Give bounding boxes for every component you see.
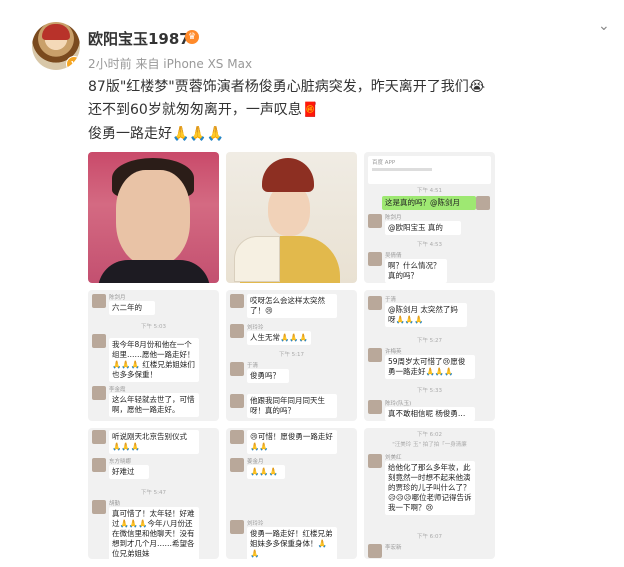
- banner-line: [372, 168, 432, 171]
- chat-bubble: 好难过: [109, 465, 149, 479]
- chat-bubble: 俊勇吗？: [247, 369, 289, 383]
- photo-hat: [262, 158, 314, 192]
- chat-time: 下午 6:07: [416, 534, 443, 540]
- chat-system-message: "汪美玲 玉" 拍了拍「一身清廉: [392, 442, 467, 448]
- post-meta: 2小时前 来自 iPhone XS Max: [88, 57, 253, 71]
- post-text-line-2: 还不到60岁就匆匆离开，一声叹息🧧: [88, 102, 320, 118]
- chat-avatar: [368, 348, 382, 362]
- photo-face: [116, 170, 190, 266]
- banner-label: 百度 APP: [372, 160, 396, 166]
- chat-bubble: 真可惜了！太年轻！好难过🙏🙏🙏今年八月份还在微信里和他聊天！没有想到才几个月………: [109, 507, 199, 559]
- chat-bubble: 哎呀怎么会这样太突然了！😢: [247, 294, 337, 318]
- chat-avatar: [230, 520, 244, 534]
- chat-avatar: [368, 252, 382, 266]
- chat-name: 于清: [247, 363, 259, 369]
- chat-avatar: [92, 458, 106, 472]
- chat-screenshot-3[interactable]: 百度 APP 下午 4:51 这是真的吗？@陈剑月 陈剑月 @欧阳宝玉 真的 下…: [364, 152, 495, 283]
- avatar-hat: [42, 24, 70, 40]
- chat-bubble: 我今年8月份和他在一个组里……愿他一路走好！🙏🙏🙏 红楼兄弟姐妹们也多多保重！: [109, 338, 199, 382]
- chat-time: 下午 5:17: [278, 352, 305, 358]
- post-text-line-3: 俊勇一路走好🙏🙏🙏: [88, 126, 225, 142]
- chat-bubble: 俊勇一路走好！红楼兄弟姐妹多多保重身体！🙏🙏: [247, 527, 337, 559]
- chat-name: 李宏新: [385, 545, 402, 551]
- chat-bubble: 他跟我同年同月同天生呀！真的吗？: [247, 394, 337, 418]
- chat-time: 下午 5:03: [140, 324, 167, 330]
- chat-avatar: [230, 394, 244, 408]
- photo-man-portrait[interactable]: [88, 152, 219, 283]
- chat-avatar: [368, 544, 382, 558]
- chat-bubble: 六二年的: [109, 301, 155, 315]
- chat-name: 于清: [385, 297, 397, 303]
- chat-avatar: [368, 296, 382, 310]
- chat-name: 吴倩倩: [385, 253, 402, 259]
- chat-bubble: 🙏🙏🙏: [247, 465, 285, 479]
- chevron-down-icon[interactable]: ⌄: [598, 18, 610, 34]
- chat-bubble: 听说刚天北京告别仪式🙏🙏🙏: [109, 430, 199, 454]
- chat-avatar: [92, 294, 106, 308]
- chat-screenshot-5[interactable]: 哎呀怎么会这样太突然了！😢 刘玲玲 人生无常🙏🙏🙏 下午 5:17 于清 俊勇吗…: [226, 290, 357, 421]
- chat-name: 陈玲(队玉): [385, 401, 412, 407]
- v-badge-icon: v: [66, 56, 80, 70]
- chat-avatar: [92, 430, 106, 444]
- chat-screenshot-7[interactable]: 听说刚天北京告别仪式🙏🙏🙏 东方晓娜 好难过 下午 5:47 胡勤 真可惜了！太…: [88, 428, 219, 559]
- chat-avatar: [92, 334, 106, 348]
- chat-name: 姜金月: [247, 459, 264, 465]
- chat-avatar: [368, 214, 382, 228]
- crown-icon: ♛: [185, 30, 199, 44]
- chat-time: 下午 5:47: [140, 490, 167, 496]
- image-grid: 百度 APP 下午 4:51 这是真的吗？@陈剑月 陈剑月 @欧阳宝玉 真的 下…: [88, 152, 498, 562]
- chat-avatar: [368, 400, 382, 414]
- photo-shirt: [98, 260, 210, 283]
- chat-screenshot-6[interactable]: 于清 @陈剑月 太突然了妈呀🙏🙏🙏 下午 5:27 许梅英 59周岁太可惜了😢愿…: [364, 290, 495, 421]
- chat-screenshot-4[interactable]: 陈剑月 六二年的 下午 5:03 我今年8月份和他在一个组里……愿他一路走好！🙏…: [88, 290, 219, 421]
- chat-bubble: 这是真的吗？@陈剑月: [382, 196, 476, 210]
- chat-bubble: @陈剑月 太突然了妈呀🙏🙏🙏: [385, 303, 467, 327]
- chat-avatar: [230, 324, 244, 338]
- chat-name: 刘美红: [385, 455, 402, 461]
- chat-bubble: @欧阳宝玉 真的: [385, 221, 461, 235]
- chat-name: 胡勤: [109, 501, 121, 507]
- weibo-post: v 欧阳宝玉1987 ♛ 2小时前 来自 iPhone XS Max ⌄ 87版…: [0, 0, 624, 567]
- chat-screenshot-8[interactable]: 😢可惜！愿俊勇一路走好🙏🙏 姜金月 🙏🙏🙏 刘玲玲 俊勇一路走好！红楼兄弟姐妹多…: [226, 428, 357, 559]
- username[interactable]: 欧阳宝玉1987: [88, 28, 190, 49]
- chat-bubble: 人生无常🙏🙏🙏: [247, 331, 311, 345]
- chat-bubble: 啊？什么情况？真的吗？: [385, 259, 447, 283]
- chat-name: 陈剑月: [109, 295, 126, 301]
- chat-time: 下午 4:53: [416, 242, 443, 248]
- chat-time: 下午 4:51: [416, 188, 443, 194]
- chat-bubble: 给他化了那么多年妆，此刻竟然一时想不起来他演的贾珍的儿子叫什么了？😥😥😥哪位老师…: [385, 461, 475, 515]
- chat-bubble: 59周岁太可惜了😢愿俊勇一路走好🙏🙏🙏: [385, 355, 475, 379]
- chat-avatar: [230, 362, 244, 376]
- chat-name: 东方晓娜: [109, 459, 132, 465]
- chat-name: 刘玲玲: [247, 521, 264, 527]
- chat-bubble: 真不敢相信呢 杨俊勇…: [385, 407, 475, 421]
- chat-name: 陈剑月: [385, 215, 402, 221]
- chat-screenshot-9[interactable]: 下午 6:02 "汪美玲 玉" 拍了拍「一身清廉 刘美红 给他化了那么多年妆，此…: [364, 428, 495, 559]
- chat-avatar: [368, 454, 382, 468]
- photo-fan: [234, 236, 280, 282]
- chat-avatar: [92, 500, 106, 514]
- chat-time: 下午 6:02: [416, 432, 443, 438]
- chat-avatar: [476, 196, 490, 210]
- chat-avatar: [230, 458, 244, 472]
- chat-time: 下午 5:33: [416, 388, 443, 394]
- post-text-line-1: 87版"红楼梦"贾蓉饰演者杨俊勇心脏病突发，昨天离开了我们😭: [88, 79, 486, 95]
- chat-time: 下午 5:27: [416, 338, 443, 344]
- chat-avatar: [230, 294, 244, 308]
- user-avatar[interactable]: v: [32, 22, 80, 70]
- chat-name: 许梅英: [385, 349, 402, 355]
- chat-bubble: 这么年轻就去世了，可惜啊，愿他一路走好。: [109, 393, 199, 417]
- photo-costume-portrait[interactable]: [226, 152, 357, 283]
- chat-avatar: [230, 430, 244, 444]
- chat-bubble: 😢可惜！愿俊勇一路走好🙏🙏: [247, 430, 337, 454]
- chat-avatar: [92, 386, 106, 400]
- chat-name: 刘玲玲: [247, 325, 264, 331]
- chat-name: 李金霞: [109, 387, 126, 393]
- chat-banner: 百度 APP: [368, 156, 491, 184]
